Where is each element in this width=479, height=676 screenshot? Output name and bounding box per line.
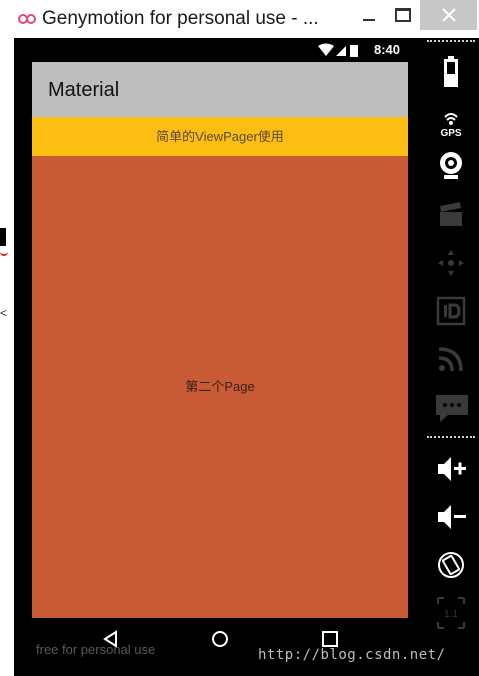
svg-text:GPS: GPS xyxy=(440,128,461,138)
volume-down-button[interactable] xyxy=(436,502,466,532)
home-icon[interactable] xyxy=(211,630,229,648)
tab-label: 简单的ViewPager使用 xyxy=(156,129,284,144)
volume-up-icon xyxy=(438,457,466,481)
maximize-button[interactable] xyxy=(386,0,420,30)
window-titlebar: Genymotion for personal use - ... xyxy=(0,0,479,39)
recents-icon[interactable] xyxy=(321,630,339,648)
phone-screen[interactable]: Material 简单的ViewPager使用 第二个Page xyxy=(32,62,408,618)
license-watermark: free for personal use xyxy=(36,642,156,657)
gps-icon: GPS xyxy=(440,113,462,138)
sms-icon xyxy=(436,395,468,422)
close-icon xyxy=(442,8,456,22)
network-widget[interactable] xyxy=(436,344,466,374)
device-id-widget[interactable] xyxy=(436,296,466,326)
clapper-icon xyxy=(440,202,462,226)
signal-icon xyxy=(336,46,346,56)
genymotion-logo-icon xyxy=(18,14,36,24)
sms-widget[interactable] xyxy=(436,393,468,423)
status-time: 8:40 xyxy=(373,42,400,57)
background-text-fragment: < xyxy=(0,306,8,320)
id-icon xyxy=(436,296,466,326)
rss-icon xyxy=(438,347,463,372)
background-window-edge: < xyxy=(0,38,14,676)
status-icons xyxy=(318,43,358,57)
toolbar-divider xyxy=(427,436,475,438)
app-bar: Material xyxy=(32,62,408,117)
dpad-widget[interactable] xyxy=(436,248,466,278)
volume-up-button[interactable] xyxy=(436,454,466,484)
background-underline xyxy=(0,250,8,256)
toolbar-divider xyxy=(427,40,475,42)
emulator-frame: 8:40 Material 简单的ViewPager使用 第二个Page fre… xyxy=(14,38,479,676)
gps-widget[interactable]: GPS xyxy=(436,108,466,138)
capture-widget[interactable] xyxy=(436,200,466,230)
wifi-icon xyxy=(318,43,334,56)
battery-widget[interactable] xyxy=(436,56,466,87)
volume-down-icon xyxy=(438,505,466,529)
webcam-widget[interactable] xyxy=(436,150,466,180)
battery-icon xyxy=(350,45,358,57)
scale-icon: 1:1 xyxy=(437,597,465,629)
tab-strip[interactable]: 简单的ViewPager使用 xyxy=(32,117,408,156)
csdn-watermark: http://blog.csdn.net/ xyxy=(258,647,446,663)
rotate-button[interactable] xyxy=(436,550,466,580)
emulator-toolbar: GPS 1:1 xyxy=(425,38,479,676)
battery-icon xyxy=(444,56,458,87)
dpad-icon xyxy=(438,250,464,276)
minimize-button[interactable] xyxy=(352,0,386,30)
page-text: 第二个Page xyxy=(185,379,255,394)
app-title: Material xyxy=(48,79,120,101)
viewpager-page[interactable]: 第二个Page xyxy=(32,156,408,618)
rotate-icon xyxy=(438,552,464,578)
svg-text:1:1: 1:1 xyxy=(444,609,458,620)
close-button[interactable] xyxy=(420,0,477,30)
scale-button[interactable]: 1:1 xyxy=(436,596,466,629)
android-status-bar: 8:40 xyxy=(32,38,408,62)
background-text-fragment xyxy=(0,228,6,246)
window-title: Genymotion for personal use - ... xyxy=(42,8,319,29)
webcam-icon xyxy=(440,152,462,179)
